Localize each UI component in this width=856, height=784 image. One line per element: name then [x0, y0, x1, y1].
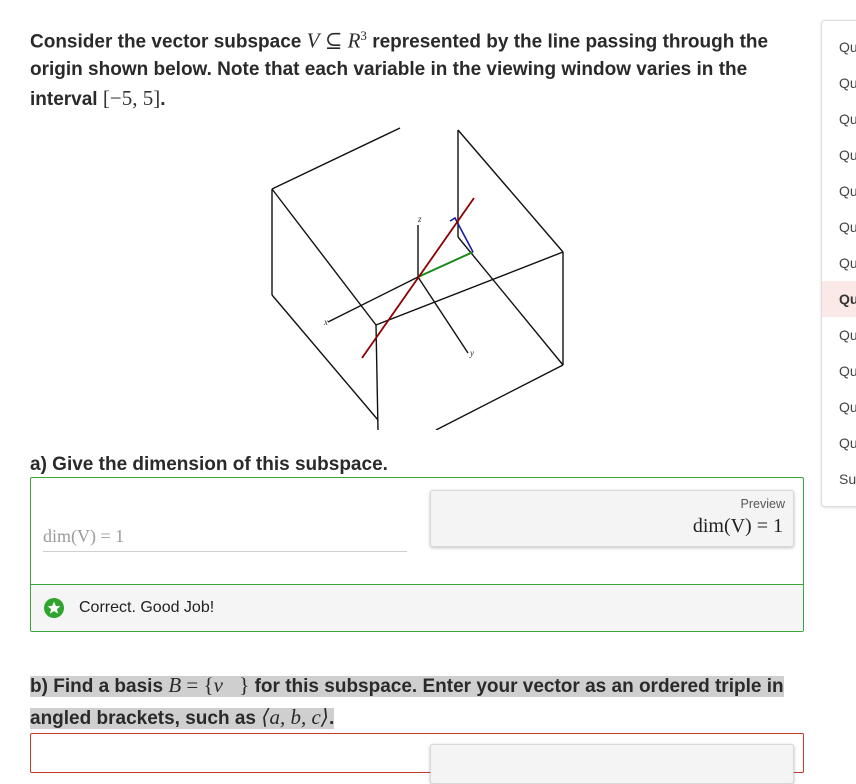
math-interval: [−5, 5]: [102, 86, 161, 111]
math-subset: ⊆: [319, 28, 348, 53]
subspace-3d-figure[interactable]: z x y: [268, 125, 568, 430]
nav-item-3[interactable]: Qu: [822, 101, 856, 137]
nav-item-6[interactable]: Qu: [822, 209, 856, 245]
x-axis: [327, 276, 419, 323]
part-b-text-3: .: [328, 708, 335, 729]
math-example: ⟨a, b, c⟩: [261, 705, 329, 729]
z-axis-label: z: [417, 214, 422, 224]
nav-item-5[interactable]: Qu: [822, 173, 856, 209]
nav-item-9[interactable]: Qu: [822, 317, 856, 353]
green-direction-segment: [417, 251, 474, 278]
blue-direction-segment: [449, 216, 474, 253]
nav-item-13[interactable]: Sur: [822, 461, 856, 497]
question-navigation: QuQuQuQuQuQuQuQuQuQuQuQuSur: [821, 20, 856, 507]
part-a-feedback: Correct. Good Job!: [31, 584, 803, 631]
nav-item-12[interactable]: Qu: [822, 425, 856, 461]
nav-item-11[interactable]: Qu: [822, 389, 856, 425]
y-axis: [417, 276, 469, 354]
part-a-preview: Preview dim(V) = 1: [430, 490, 794, 547]
part-a-question: a) Give the dimension of this subspace.: [30, 454, 388, 475]
nav-item-1[interactable]: Qu: [822, 29, 856, 65]
problem-statement: Consider the vector subspace V ⊆ R3 repr…: [30, 22, 790, 114]
problem-text-1: Consider the vector subspace: [30, 31, 307, 53]
part-a-answer-box: dim(V) = 1 Preview dim(V) = 1 Correct. G…: [30, 477, 804, 632]
x-axis-label: x: [323, 317, 328, 327]
nav-item-2[interactable]: Qu: [822, 65, 856, 101]
problem-text-3: .: [160, 89, 166, 111]
nav-item-4[interactable]: Qu: [822, 137, 856, 173]
part-b-question: b) Find a basis B = {v⃗} for this subspa…: [30, 670, 790, 734]
nav-item-7[interactable]: Qu: [822, 245, 856, 281]
y-axis-label: y: [469, 348, 474, 358]
math-v: v⃗: [213, 673, 240, 697]
math-R: R: [347, 28, 361, 53]
part-b-answer-box: [30, 733, 804, 784]
nav-item-10[interactable]: Qu: [822, 353, 856, 389]
feedback-message: Correct. Good Job!: [79, 599, 215, 616]
preview-value: dim(V) = 1: [692, 515, 783, 537]
math-eq: = {: [181, 673, 214, 697]
preview-label: Preview: [740, 497, 785, 511]
part-b-preview: [430, 744, 794, 784]
math-V: V: [306, 28, 320, 53]
nav-item-8[interactable]: Qu: [822, 281, 856, 317]
math-close: }: [239, 673, 250, 697]
part-a-answer-input[interactable]: dim(V) = 1: [43, 520, 407, 552]
math-B: B: [168, 673, 182, 697]
part-b-text-1: b) Find a basis: [30, 676, 169, 697]
correct-star-icon: [44, 598, 64, 618]
